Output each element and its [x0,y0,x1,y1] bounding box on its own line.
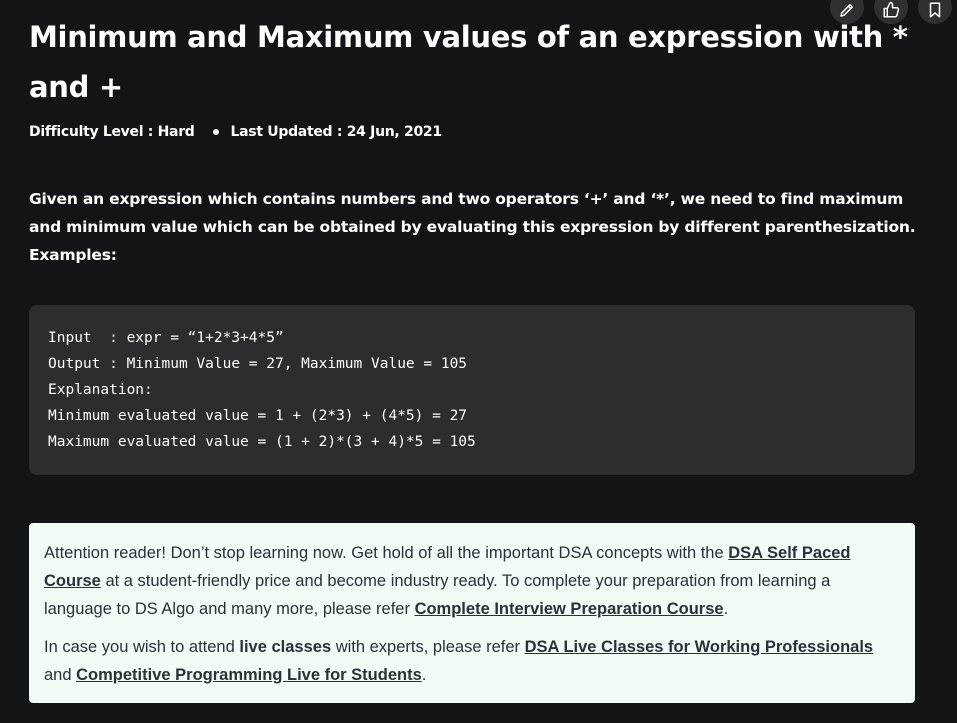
code-line: Explanation: [48,382,153,398]
page-title: Minimum and Maximum values of an express… [29,20,908,104]
attention-notice: Attention reader! Don’t stop learning no… [29,523,915,703]
last-updated: Last Updated : 24 Jun, 2021 [230,124,443,140]
notice-text: . [723,600,729,618]
notice-text: with experts, please refer [331,638,525,656]
separator-dot [212,129,219,135]
notice-text: Attention reader! Don’t stop learning no… [44,544,729,562]
code-line: Minimum evaluated value = 1 + (2*3) + (4… [48,408,468,424]
article-page: Minimum and Maximum values of an express… [0,0,957,723]
live-classes-emphasis: live classes [239,638,332,656]
notice-text: and [44,666,77,684]
notice-paragraph-1: Attention reader! Don’t stop learning no… [44,539,900,623]
code-line: Maximum evaluated value = (1 + 2)*(3 + 4… [48,434,476,450]
complete-interview-preparation-link[interactable]: Complete Interview Preparation Course [415,600,724,618]
bookmark-icon [929,2,941,18]
intro-paragraph: Given an expression which contains numbe… [29,190,916,236]
notice-paragraph-2: In case you wish to attend live classes … [44,633,900,689]
article-meta: Difficulty Level : Hard Last Updated : 2… [29,124,442,140]
code-line: Output : Minimum Value = 27, Maximum Val… [48,356,468,372]
code-example-block: Input : expr = “1+2*3+4*5” Output : Mini… [29,305,915,475]
bookmark-button[interactable] [918,0,952,24]
code-line: Input : expr = “1+2*3+4*5” [48,330,284,346]
difficulty-level: Difficulty Level : Hard [29,124,195,140]
notice-text: . [421,666,427,684]
examples-heading: Examples: [29,246,117,264]
competitive-programming-live-link[interactable]: Competitive Programming Live for Student… [76,666,422,684]
notice-text: In case you wish to attend [44,638,240,656]
article-intro: Given an expression which contains numbe… [29,185,919,269]
dsa-live-classes-link[interactable]: DSA Live Classes for Working Professiona… [525,638,873,656]
